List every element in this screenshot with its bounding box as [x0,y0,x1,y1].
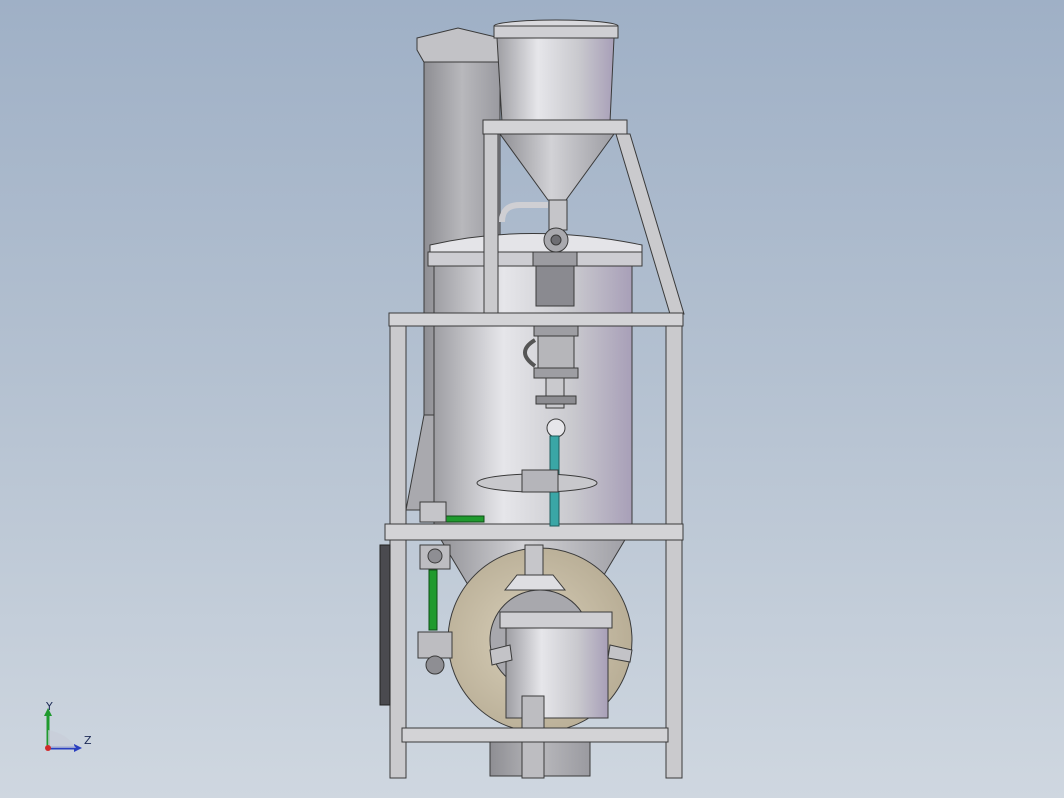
feed-hopper [493,19,619,123]
machine-model[interactable] [0,0,1064,798]
triad-plane [48,730,76,748]
cad-viewport[interactable]: Y Z [0,0,1064,798]
y-axis-label: Y [46,700,53,713]
z-axis-label: Z [84,734,92,747]
triad-origin [45,745,51,751]
